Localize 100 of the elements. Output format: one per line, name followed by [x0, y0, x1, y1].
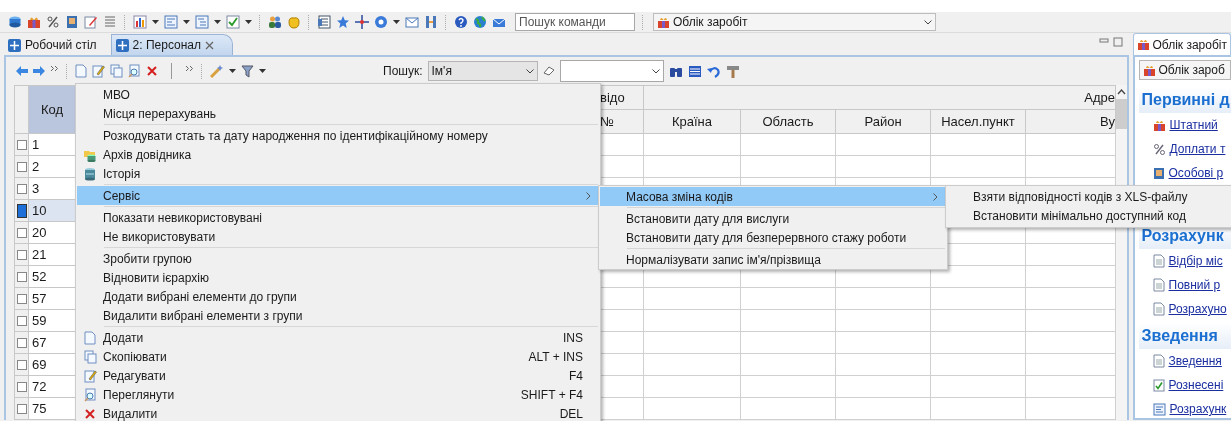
dropdown-arrow-icon[interactable]	[152, 20, 159, 24]
menu-item[interactable]: Показати невикористовувані	[77, 208, 599, 227]
list-icon[interactable]	[687, 64, 702, 78]
id-card-icon[interactable]	[65, 15, 79, 29]
menu-item[interactable]: Додати вибрані елементи до групи	[77, 287, 599, 306]
column-header[interactable]: Область	[740, 109, 836, 134]
delete-icon	[84, 407, 96, 420]
more-icon[interactable]	[185, 64, 194, 72]
search-field[interactable]	[559, 60, 664, 82]
preview-icon	[128, 64, 141, 78]
column-header[interactable]: Адре	[643, 85, 1116, 110]
column-header[interactable]: Район	[835, 109, 931, 134]
edit-icon[interactable]	[84, 15, 98, 29]
menu-item[interactable]: Встановити дату для вислуги	[600, 209, 946, 228]
dropdown-arrow-icon[interactable]	[259, 69, 266, 73]
menu-item[interactable]: Видалити DEL	[77, 404, 599, 421]
crosshair-icon[interactable]	[355, 15, 369, 29]
database-icon[interactable]	[8, 15, 22, 29]
menu-item[interactable]: Переглянути SHIFT + F4	[77, 385, 599, 404]
help-icon[interactable]	[454, 15, 468, 29]
menu-item[interactable]: Видалити вибрані елементи з групи	[77, 306, 599, 325]
link[interactable]: Доплати т	[1169, 140, 1226, 158]
menu-item[interactable]: Нормалізувати запис ім'я/прізвища	[600, 250, 946, 269]
gift-icon	[657, 15, 670, 29]
checked-document-icon	[1152, 378, 1165, 392]
tab[interactable]: 2: Персонал	[110, 34, 234, 55]
search-label: Пошук:	[383, 63, 423, 80]
link[interactable]: Повний р	[1168, 276, 1221, 294]
gift-icon	[1142, 63, 1156, 77]
menu-item[interactable]: Масова зміна кодів	[600, 187, 946, 206]
menu-item[interactable]: Встановити дату для безперервного стажу роботи	[600, 228, 946, 247]
scroll-up-icon[interactable]	[1117, 89, 1126, 95]
link[interactable]: Штатний	[1169, 116, 1218, 134]
chevron-down-icon[interactable]	[924, 19, 932, 25]
row-selector[interactable]	[16, 203, 27, 218]
delete-icon	[146, 65, 158, 77]
column-header[interactable]: Насел.пункт	[930, 109, 1026, 134]
gift-icon	[1136, 38, 1150, 51]
panel-tab[interactable]: Облік заробіт	[1132, 33, 1231, 55]
dropdown-arrow-icon[interactable]	[214, 20, 221, 24]
more-icon[interactable]	[50, 64, 59, 72]
link[interactable]: Розрахуно	[1168, 300, 1227, 318]
link[interactable]: Розрахунк	[1169, 400, 1227, 418]
checked-document-icon[interactable]	[226, 15, 240, 29]
undo-icon[interactable]	[706, 64, 721, 78]
menu-item[interactable]: Історія	[77, 164, 599, 183]
menu-item[interactable]: Сервіс	[77, 186, 599, 205]
filter-icon[interactable]	[241, 64, 254, 78]
dropdown-arrow-icon[interactable]	[183, 20, 190, 24]
link[interactable]: Особові р	[1168, 164, 1224, 182]
wand-icon[interactable]	[210, 64, 224, 78]
column-header[interactable]: Країна	[643, 109, 741, 134]
edit-icon	[83, 368, 97, 383]
command-search-field[interactable]: Пошук команди	[515, 13, 635, 31]
tab[interactable]: Робочий стіл	[4, 35, 111, 55]
search-by-dropdown[interactable]: Ім'я	[427, 61, 538, 81]
globe-icon[interactable]	[473, 15, 487, 29]
settings-icon[interactable]	[374, 15, 388, 29]
dropdown-arrow-icon[interactable]	[229, 69, 236, 73]
column-header[interactable]: Код	[28, 85, 76, 134]
document-icon	[1152, 354, 1165, 368]
column-header[interactable]: Ву	[1025, 109, 1116, 134]
menu-item[interactable]: Архів довідника	[77, 145, 599, 164]
module-dropdown[interactable]: Облік заробіт	[653, 13, 936, 31]
star-icon[interactable]	[336, 15, 350, 29]
menu-item[interactable]: Не використовувати	[77, 227, 599, 246]
edit-icon	[92, 64, 105, 78]
mail-icon[interactable]	[405, 15, 419, 29]
percent-icon[interactable]	[46, 15, 60, 29]
module-dropdown[interactable]: Облік зароб	[1138, 60, 1231, 80]
document-icon	[1152, 278, 1165, 292]
minimize-icon[interactable]	[1098, 37, 1109, 45]
maximize-icon[interactable]	[1112, 37, 1123, 47]
section-title: Зведення	[1138, 323, 1231, 349]
scrollbar-thumb[interactable]	[1116, 99, 1127, 129]
menu-item[interactable]: Відновити ієрархію	[77, 268, 599, 287]
form-icon[interactable]	[317, 15, 331, 29]
preview-icon	[83, 387, 97, 402]
people-icon[interactable]	[268, 15, 282, 29]
back-arrow-icon[interactable]	[16, 66, 28, 76]
hammer-icon[interactable]	[725, 64, 740, 78]
chevron-down-icon[interactable]	[651, 68, 660, 74]
link[interactable]: Зведення	[1168, 352, 1222, 370]
link[interactable]: Рознесені	[1168, 376, 1224, 394]
menu-item[interactable]: Взяти відповідності кодів з XLS-файлу	[947, 187, 1231, 206]
forward-arrow-icon[interactable]	[33, 66, 45, 76]
gift-icon[interactable]	[27, 15, 41, 29]
menu-item[interactable]: Редагувати F4	[77, 366, 599, 385]
close-icon[interactable]	[205, 40, 215, 50]
menu-item[interactable]: Зробити групою	[77, 249, 599, 268]
menu-item[interactable]: Додати INS	[77, 328, 599, 347]
link[interactable]: Відбір міс	[1168, 252, 1223, 270]
bar-chart-icon[interactable]	[133, 15, 147, 29]
form-icon	[1152, 402, 1166, 416]
menu-item[interactable]: Скопіювати ALT + INS	[77, 347, 599, 366]
dropdown-arrow-icon[interactable]	[393, 20, 400, 24]
chevron-down-icon[interactable]	[525, 68, 534, 74]
eraser-icon[interactable]	[542, 66, 555, 76]
menu-item[interactable]: Встановити мінімально доступний код	[947, 206, 1231, 225]
dropdown-arrow-icon[interactable]	[245, 20, 252, 24]
